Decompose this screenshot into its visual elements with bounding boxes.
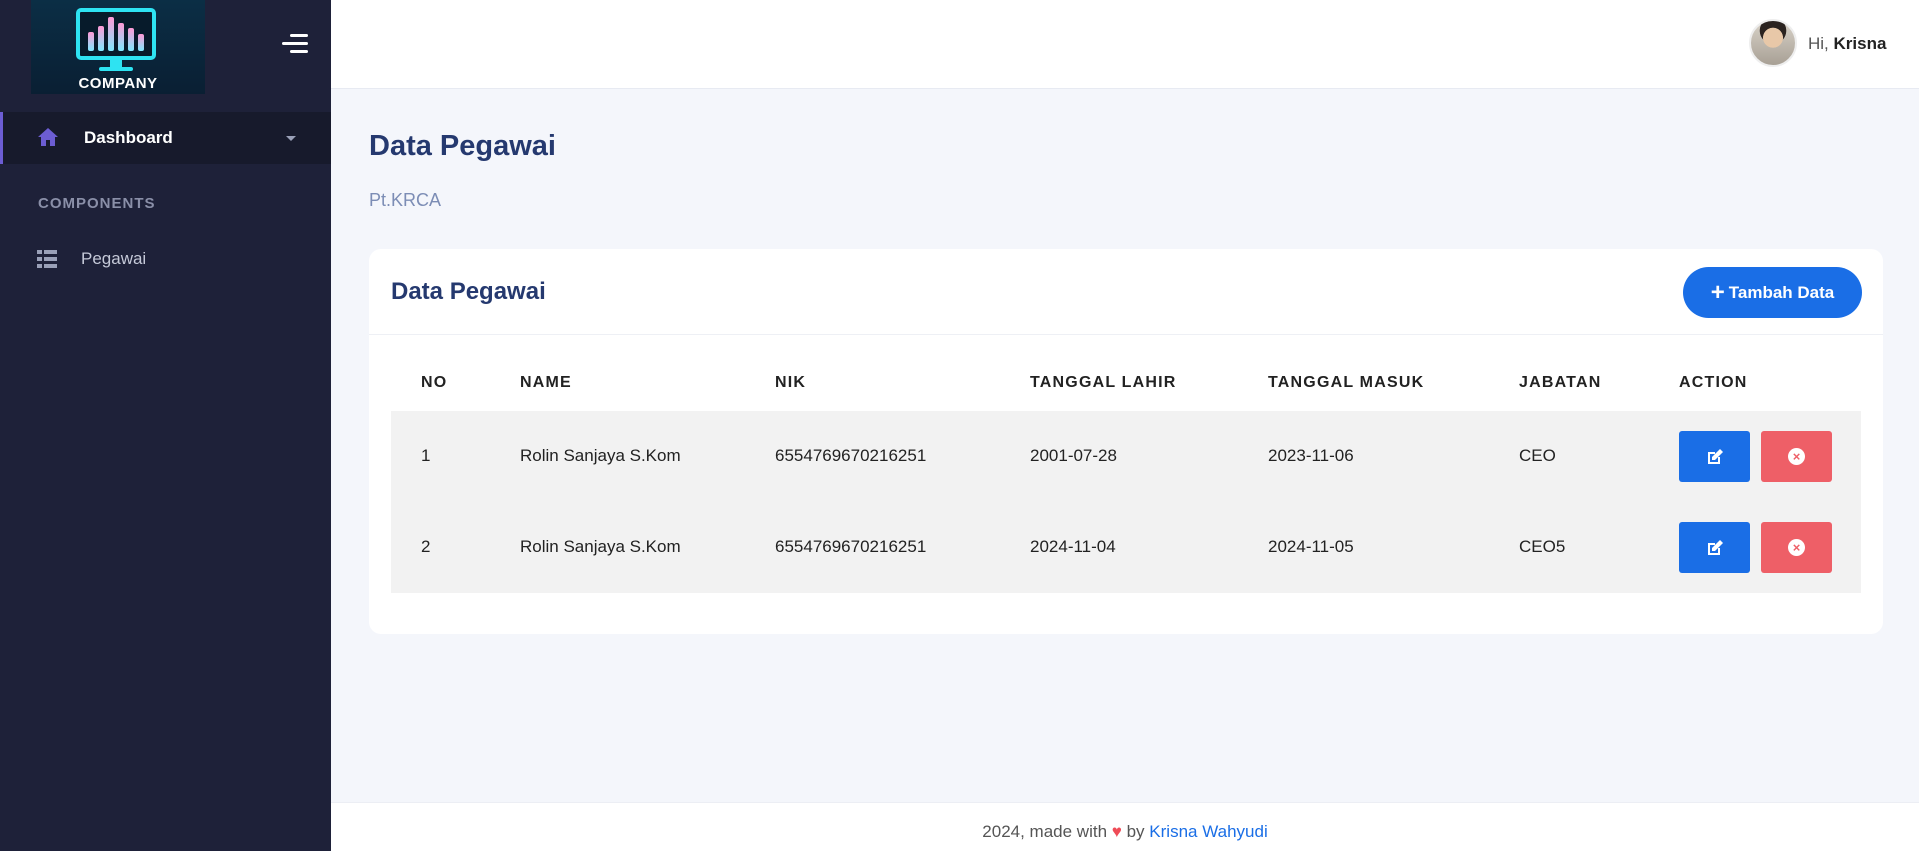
- column-header-jabatan: JABATAN: [1519, 374, 1602, 391]
- table-header-row: NO NAME NIK TANGGAL LAHIR TANGGAL MASUK …: [391, 369, 1861, 411]
- add-data-button[interactable]: + Tambah Data: [1683, 267, 1862, 318]
- table-row: 2 Rolin Sanjaya S.Kom 6554769670216251 2…: [391, 502, 1861, 593]
- column-header-action: ACTION: [1679, 374, 1748, 391]
- column-header-tanggal-lahir: TANGGAL LAHIR: [1030, 374, 1177, 391]
- sidebar-item-pegawai[interactable]: Pegawai: [0, 240, 331, 282]
- author-link[interactable]: Krisna Wahyudi: [1149, 822, 1267, 841]
- edit-icon: [1707, 448, 1723, 464]
- user-greeting[interactable]: Hi, Krisna: [1808, 34, 1886, 54]
- close-circle-icon: ×: [1788, 539, 1805, 556]
- column-header-name: NAME: [520, 374, 572, 391]
- sidebar-section-title: COMPONENTS: [38, 195, 156, 212]
- cell-tanggal-masuk: 2023-11-06: [1268, 446, 1354, 465]
- cell-tanggal-lahir: 2001-07-28: [1030, 446, 1117, 465]
- column-header-no: NO: [421, 374, 448, 391]
- sidebar-item-dashboard[interactable]: Dashboard: [0, 112, 331, 164]
- home-icon: [38, 128, 58, 146]
- sidebar-toggle-icon[interactable]: [282, 34, 308, 54]
- cell-tanggal-lahir: 2024-11-04: [1030, 537, 1116, 556]
- table-row: 1 Rolin Sanjaya S.Kom 6554769670216251 2…: [391, 411, 1861, 502]
- topbar: [331, 0, 1919, 89]
- logo-text: COMPANY: [78, 75, 158, 92]
- cell-name: Rolin Sanjaya S.Kom: [520, 537, 681, 556]
- caret-down-icon: [286, 136, 296, 141]
- footer-made-with: 2024, made with: [982, 822, 1108, 841]
- cell-no: 2: [421, 537, 431, 556]
- page-subtitle: Pt.KRCA: [369, 190, 442, 210]
- card-title: Data Pegawai: [391, 278, 546, 305]
- plus-icon: +: [1710, 278, 1725, 306]
- cell-nik: 6554769670216251: [775, 537, 927, 556]
- card-header: Data Pegawai + Tambah Data: [369, 249, 1883, 335]
- sidebar-item-label: Dashboard: [84, 128, 173, 147]
- delete-button[interactable]: ×: [1761, 431, 1832, 482]
- user-name: Krisna: [1833, 34, 1887, 53]
- edit-button[interactable]: [1679, 431, 1750, 482]
- data-card: Data Pegawai + Tambah Data NO NAME NIK T…: [369, 249, 1883, 634]
- sidebar: COMPANY Dashboard COMPONENTS Pegawai: [0, 0, 331, 851]
- cell-no: 1: [421, 446, 431, 465]
- edit-icon: [1707, 539, 1723, 555]
- greeting-text: Hi,: [1808, 34, 1829, 53]
- employee-table: NO NAME NIK TANGGAL LAHIR TANGGAL MASUK …: [391, 369, 1861, 593]
- delete-button[interactable]: ×: [1761, 522, 1832, 573]
- cell-jabatan: CEO5: [1519, 537, 1566, 556]
- column-header-tanggal-masuk: TANGGAL MASUK: [1268, 374, 1425, 391]
- avatar[interactable]: [1749, 19, 1797, 67]
- footer-by: by: [1126, 822, 1145, 841]
- add-data-label: Tambah Data: [1728, 282, 1835, 302]
- cell-jabatan: CEO: [1519, 446, 1556, 465]
- page-title: Data Pegawai: [369, 130, 556, 162]
- table-icon: [37, 250, 57, 268]
- column-header-nik: NIK: [775, 374, 807, 391]
- cell-nik: 6554769670216251: [775, 446, 927, 465]
- monitor-chart-icon: [76, 8, 156, 60]
- close-circle-icon: ×: [1788, 448, 1805, 465]
- footer-text: 2024, made with ♥ by Krisna Wahyudi: [0, 822, 1919, 842]
- company-logo[interactable]: COMPANY: [31, 0, 205, 94]
- cell-name: Rolin Sanjaya S.Kom: [520, 446, 681, 465]
- edit-button[interactable]: [1679, 522, 1750, 573]
- sidebar-item-label: Pegawai: [81, 249, 147, 268]
- cell-tanggal-masuk: 2024-11-05: [1268, 537, 1354, 556]
- heart-icon: ♥: [1111, 822, 1122, 841]
